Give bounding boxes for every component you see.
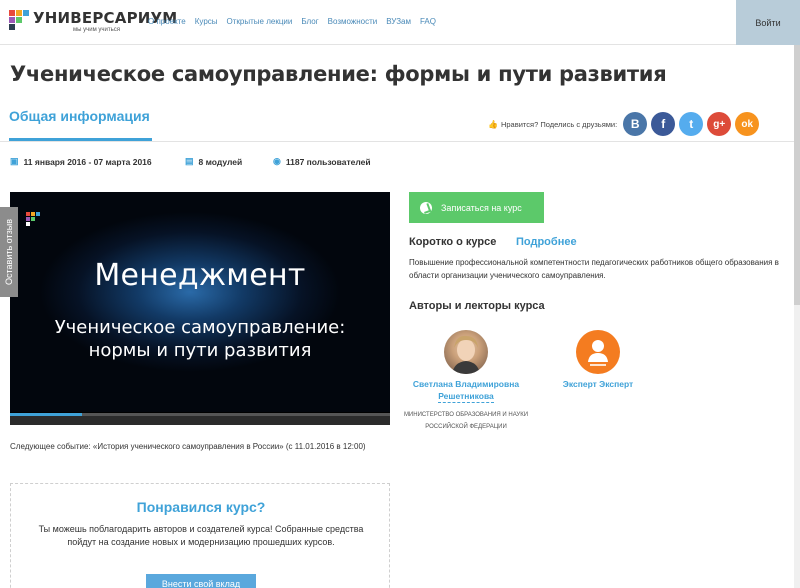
users-icon: ◉ [273,156,281,166]
author-organization: МИНИСТЕРСТВО ОБРАЗОВАНИЯ И НАУКИ РОССИЙС… [403,412,529,430]
logo-mark-icon [9,10,29,30]
video-player[interactable]: Менеджмент Ученическое самоуправление: н… [10,192,390,425]
expert-avatar-icon [588,340,608,366]
enroll-button[interactable]: Записаться на курс [409,192,544,223]
person-photo-icon [452,335,480,374]
twitter-share-icon[interactable]: t [679,112,704,136]
tab-general-info[interactable]: Общая информация [9,108,150,124]
course-users: ◉ 1187 пользователей [273,156,371,167]
calendar-icon: ▣ [10,156,19,166]
nav-features[interactable]: Возможности [328,17,378,26]
tab-divider [0,141,800,142]
video-frame: Менеджмент Ученическое самоуправление: н… [10,192,390,412]
nav-blog[interactable]: Блог [301,17,318,26]
video-progress-track[interactable] [10,413,390,416]
odnoklassniki-share-icon[interactable]: ok [735,112,760,136]
google-plus-share-icon[interactable]: g+ [707,112,732,136]
feedback-label: Оставить отзыв [4,219,14,285]
video-subtitle-line2: нормы и пути развития [88,340,312,361]
share-bar: 👍 Нравится? Поделись с друзьями: В f t g+… [488,112,760,136]
share-label: 👍 Нравится? Поделись с друзьями: [488,120,617,129]
video-controls[interactable] [10,413,390,425]
video-title: Менеджмент [94,258,306,293]
logo-subtitle: мы учим учиться [73,27,120,33]
nav-courses[interactable]: Курсы [195,17,218,26]
author-name-line2: Решетникова [438,391,494,403]
next-event: Следующее событие: «История ученического… [10,442,366,451]
thumbs-up-icon: 👍 [488,119,498,129]
nav-universities[interactable]: ВУЗам [386,17,411,26]
course-users-text: 1187 пользователей [285,156,371,167]
authors-heading: Авторы и лекторы курса [409,300,545,312]
author-name-line1: Светлана Владимировна [412,379,520,389]
course-modules-text: 8 модулей [198,156,243,167]
author-card: Светлана Владимировна Решетникова МИНИСТ… [401,330,531,433]
enroll-label: Записаться на курс [441,202,522,213]
nav-faq[interactable]: FAQ [420,17,436,26]
main-nav: О проекте Курсы Открытые лекции Блог Воз… [148,17,436,26]
vk-share-icon[interactable]: В [623,112,648,136]
share-label-text: Нравится? Поделись с друзьями: [500,119,618,129]
book-icon: ▤ [185,156,194,166]
author-card: Эксперт Эксперт [533,330,663,390]
top-bar: УНИВЕРСАРИУМ мы учим учиться О проекте К… [0,0,800,45]
logo[interactable]: УНИВЕРСАРИУМ мы учим учиться [9,9,177,37]
course-dates-text: 11 января 2016 - 07 марта 2016 [23,156,152,167]
check-icon [420,201,432,214]
scrollbar-thumb[interactable] [794,45,800,305]
donate-box: Понравился курс? Ты можешь поблагодарить… [10,483,390,588]
login-button[interactable]: Войти [736,0,800,45]
donate-button[interactable]: Внести свой вклад [146,574,256,588]
nav-open-lectures[interactable]: Открытые лекции [227,17,293,26]
author-name[interactable]: Светлана Владимировна Решетникова [401,378,531,403]
more-link[interactable]: Подробнее [516,236,577,248]
avatar[interactable] [576,330,620,374]
short-description: Повышение профессиональной компетентност… [409,258,779,280]
video-progress-fill [10,413,83,416]
course-dates: ▣ 11 января 2016 - 07 марта 2016 [10,156,152,167]
donate-text: Ты можешь поблагодарить авторов и создат… [38,524,364,547]
video-logo-icon [26,212,40,226]
course-modules: ▤ 8 модулей [185,156,242,167]
video-subtitle-line1: Ученическое самоуправление: [54,317,346,338]
feedback-tab[interactable]: Оставить отзыв [0,207,18,297]
short-heading: Коротко о курсе [409,236,497,248]
author-name[interactable]: Эксперт Эксперт [533,378,663,390]
facebook-share-icon[interactable]: f [651,112,676,136]
donate-title: Понравился курс? [136,499,266,515]
page-title: Ученическое самоуправление: формы и пути… [10,62,667,86]
avatar[interactable] [444,330,488,374]
nav-about[interactable]: О проекте [148,17,186,26]
